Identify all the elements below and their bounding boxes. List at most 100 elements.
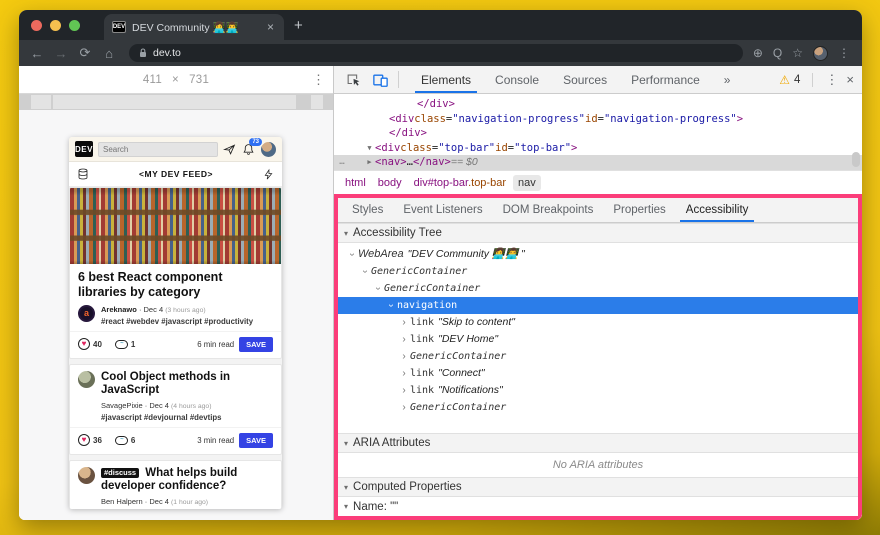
dom-tree-line[interactable]: <div class="navigation-progress" id="nav… [334,112,862,127]
maximize-window-button[interactable] [69,20,80,31]
article-card[interactable]: #discuss What helps build developer conf… [69,460,282,509]
a11y-node-genericcontainer[interactable]: ›GenericContainer [338,263,858,280]
author-name[interactable]: Areknawo [101,305,139,314]
author-avatar[interactable] [78,467,95,484]
close-window-button[interactable] [31,20,42,31]
elements-scrollbar[interactable] [852,152,860,167]
a11y-node-navigation[interactable]: ›navigation [338,297,858,314]
aria-attributes-section-header[interactable]: ▾ ARIA Attributes [338,433,858,453]
collapsed-chevron-icon[interactable]: › [398,382,410,399]
collapse-arrow-icon[interactable]: ▶ [364,155,375,170]
save-button[interactable]: SAVE [239,433,273,448]
article-tags[interactable]: #javascript #devjournal #devtips [101,413,273,422]
a11y-node-genericcontainer[interactable]: ›GenericContainer [338,348,858,365]
article-cover-image[interactable] [70,188,281,264]
search-input[interactable] [98,142,218,157]
profile-avatar[interactable] [813,46,828,61]
article-tags[interactable]: #react #webdev #javascript #productivity [101,317,253,326]
a11y-node-link[interactable]: ›link"Skip to content" [338,314,858,331]
author-avatar[interactable] [78,371,95,388]
devtools-tab-performance[interactable]: Performance [619,66,712,93]
a11y-node-genericcontainer[interactable]: ›GenericContainer [338,280,858,297]
expand-arrow-icon[interactable]: ▼ [364,141,375,156]
device-menu-icon[interactable]: ⋮ [312,72,325,88]
reload-icon[interactable]: ⟳ [75,45,95,61]
computed-name-row[interactable]: ▾ Name: "" [338,497,858,516]
console-warnings-badge[interactable]: ⚠ 4 [779,73,800,87]
expanded-chevron-icon[interactable]: › [344,249,361,261]
user-avatar[interactable] [261,142,276,157]
collapsed-chevron-icon[interactable]: › [398,399,410,416]
home-icon[interactable]: ⌂ [99,46,119,61]
more-tabs-icon[interactable]: » [712,66,743,93]
media-query-bar[interactable] [19,94,333,110]
accessibility-tree-section-header[interactable]: ▾ Accessibility Tree [338,223,858,243]
collapsed-chevron-icon[interactable]: › [398,331,410,348]
minimize-window-button[interactable] [50,20,61,31]
address-bar[interactable]: dev.to [129,44,743,62]
author-name[interactable]: SavagePixie [101,401,145,410]
forward-icon[interactable]: → [51,46,71,61]
article-title[interactable]: 6 best React component libraries by cate… [78,270,273,300]
zoom-plus-icon[interactable]: ⊕ [753,46,763,60]
panel-tab-styles[interactable]: Styles [342,198,393,222]
a11y-node-genericcontainer[interactable]: ›GenericContainer [338,399,858,416]
reading-list-icon[interactable] [77,168,89,180]
author-name[interactable]: Ben Halpern [101,497,145,506]
dom-tree-line[interactable]: …▶<nav>…</nav> == $0 [334,155,862,170]
dom-tree-line[interactable]: ▼<div class="top-bar" id="top-bar"> [334,141,862,156]
breadcrumb-item[interactable]: nav [513,175,541,191]
connect-paper-plane-icon[interactable] [223,143,236,156]
panel-tab-accessibility[interactable]: Accessibility [676,198,759,222]
breadcrumb-item[interactable]: body [373,175,407,191]
devtools-menu-icon[interactable]: ⋮ [825,72,838,88]
article-card[interactable]: Cool Object methods in JavaScript SavageP… [69,364,282,455]
dev-logo[interactable]: DEV [75,141,93,157]
devtools-tab-elements[interactable]: Elements [409,66,483,93]
notifications-bell-icon[interactable]: 73 [242,143,255,156]
article-card[interactable]: 6 best React component libraries by cate… [69,187,282,359]
article-title[interactable]: #discuss What helps build developer conf… [101,467,273,494]
devtools-tab-console[interactable]: Console [483,66,551,93]
browser-tab[interactable]: DEV DEV Community 👩‍💻👨‍💻 × [104,14,284,40]
expanded-chevron-icon[interactable]: › [357,266,374,278]
save-button[interactable]: SAVE [239,337,273,352]
viewport-height[interactable]: 731 [189,74,209,86]
collapsed-chevron-icon[interactable]: › [398,314,410,331]
new-tab-button[interactable]: + [284,17,315,40]
a11y-node-link[interactable]: ›link"DEV Home" [338,331,858,348]
panel-tab-dom-breakpoints[interactable]: DOM Breakpoints [493,198,604,222]
comments[interactable]: ~6 [115,436,135,445]
reactions[interactable]: ♥36 [78,434,102,446]
a11y-node-link[interactable]: ›link"Connect" [338,365,858,382]
chrome-menu-icon[interactable]: ⋮ [838,46,850,60]
search-icon[interactable]: Q [773,46,782,60]
dom-tree-line[interactable]: </div> [334,97,862,112]
bookmark-star-icon[interactable]: ☆ [792,46,803,60]
dom-tree-line[interactable]: </div> [334,126,862,141]
collapsed-chevron-icon[interactable]: › [398,365,410,382]
a11y-node-webarea[interactable]: ›WebArea"DEV Community 👩‍💻👨‍💻 " [338,246,858,263]
author-avatar[interactable]: a [78,305,95,322]
collapsed-chevron-icon[interactable]: › [398,348,410,365]
article-title[interactable]: Cool Object methods in JavaScript [101,371,273,398]
discuss-badge[interactable]: #discuss [101,468,139,479]
expanded-chevron-icon[interactable]: › [370,283,387,295]
panel-tab-properties[interactable]: Properties [603,198,675,222]
a11y-node-link[interactable]: ›link"Notifications" [338,382,858,399]
comments[interactable]: ~1 [115,340,135,349]
reactions[interactable]: ♥40 [78,338,102,350]
breadcrumb-item[interactable]: html [340,175,371,191]
close-tab-icon[interactable]: × [265,20,276,34]
inspect-element-icon[interactable] [340,66,367,93]
expanded-chevron-icon[interactable]: › [383,300,400,312]
breadcrumb-item[interactable]: div#top-bar.top-bar [409,175,511,191]
panel-tab-event-listeners[interactable]: Event Listeners [393,198,492,222]
devtools-tab-sources[interactable]: Sources [551,66,619,93]
lightning-bolt-icon[interactable] [263,168,274,181]
computed-properties-section-header[interactable]: ▾ Computed Properties [338,477,858,497]
viewport-width[interactable]: 411 [143,74,162,86]
devtools-close-icon[interactable]: × [846,72,854,87]
back-icon[interactable]: ← [27,46,47,61]
toggle-device-toolbar-icon[interactable] [367,66,394,93]
